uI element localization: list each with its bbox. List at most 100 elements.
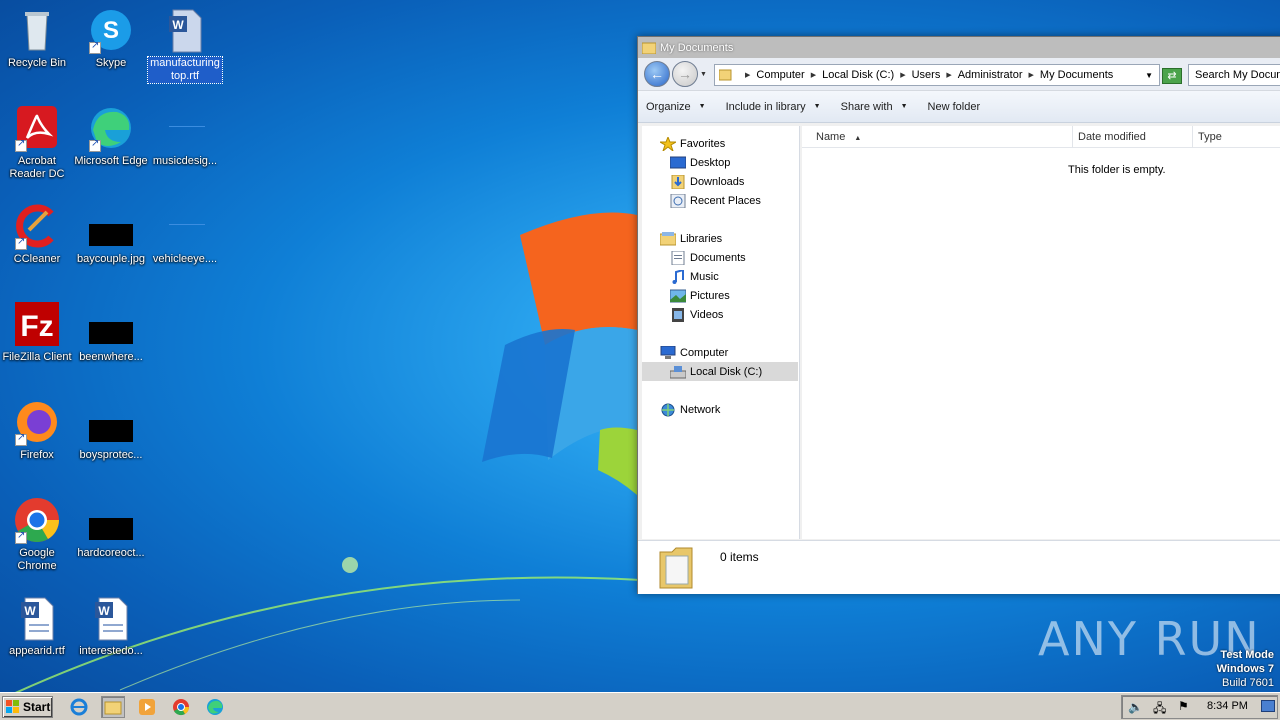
nav-label: Desktop (690, 156, 731, 169)
nav-desktop[interactable]: Desktop (642, 153, 798, 172)
breadcrumb-users[interactable]: ▶ Users (894, 69, 940, 81)
hard-drive-icon (670, 365, 686, 378)
forward-button[interactable]: → (672, 61, 698, 87)
nav-label: Downloads (690, 175, 745, 188)
nav-label: Local Disk (C:) (690, 365, 763, 378)
star-icon (660, 136, 676, 151)
desktop-icon-ccleaner[interactable]: CCleaner (0, 202, 74, 266)
nav-documents[interactable]: Documents (642, 248, 798, 267)
breadcrumb-my-documents[interactable]: ▶ My Documents (1023, 69, 1114, 81)
nav-favorites[interactable]: Favorites (642, 134, 798, 153)
share-label: Share with (840, 100, 893, 113)
include-label: Include in library (725, 100, 806, 113)
empty-folder-message: This folder is empty. (1068, 164, 1166, 176)
taskbar-edge[interactable] (203, 696, 227, 718)
window-titlebar[interactable]: My Documents (638, 37, 1280, 58)
desktop-icon-appearid[interactable]: W appearid.rtf (0, 594, 74, 658)
desktop-icon-label: vehicleeye.... (152, 253, 218, 265)
desktop-icon-label: baycouple.jpg (77, 253, 145, 265)
breadcrumb-label: Computer (756, 69, 805, 81)
desktop-icon-beenwhere[interactable]: beenwhere... (74, 300, 148, 364)
chevron-down-icon: ▼ (813, 103, 821, 110)
nav-label: Recent Places (690, 194, 761, 207)
shortcut-arrow-icon (89, 40, 101, 54)
column-header-name[interactable]: Name ▲ (802, 126, 1073, 148)
breadcrumb-computer[interactable]: ▶ Computer (739, 69, 805, 81)
include-in-library-menu[interactable]: Include in library ▼ (726, 101, 821, 113)
new-folder-button[interactable]: New folder (928, 101, 981, 113)
arrow-left-icon: ← (650, 66, 664, 82)
share-with-menu[interactable]: Share with ▼ (841, 101, 908, 113)
svg-text:W: W (24, 604, 36, 618)
nav-downloads[interactable]: Downloads (642, 172, 798, 191)
back-button[interactable]: ← (644, 61, 670, 87)
column-header-date[interactable]: Date modified (1073, 126, 1193, 148)
desktop-icon-label: Acrobat Reader DC (9, 155, 65, 180)
desktop-icon-hardcoreoct[interactable]: hardcoreoct... (74, 496, 148, 560)
nav-music[interactable]: Music (642, 267, 798, 286)
taskbar-ie[interactable] (67, 696, 91, 718)
start-button[interactable]: Start (2, 695, 53, 718)
shortcut-arrow-icon (89, 138, 101, 152)
desktop-icon-boysprotec[interactable]: boysprotec... (74, 398, 148, 462)
action-center-flag-icon[interactable]: ⚑ (1178, 699, 1189, 713)
shortcut-arrow-icon (15, 236, 27, 250)
desktop-icon-vehicleeye[interactable]: vehicleeye.... (148, 202, 222, 266)
nav-local-disk[interactable]: Local Disk (C:) (642, 362, 798, 381)
taskbar-chrome[interactable] (169, 696, 193, 718)
address-dropdown-icon[interactable]: ▼ (1145, 71, 1153, 80)
edge-icon (87, 104, 135, 152)
address-bar[interactable]: ▶ Computer ▶ Local Disk (C:) ▶ Users ▶ Admin… (714, 64, 1160, 86)
recent-places-icon (670, 193, 686, 208)
ccleaner-icon (13, 202, 61, 250)
recent-pages-dropdown-icon[interactable]: ▼ (700, 71, 707, 78)
folder-icon (642, 42, 656, 54)
refresh-button[interactable]: ⇄ (1162, 68, 1182, 84)
skype-icon: S (87, 6, 135, 54)
desktop-icon-skype[interactable]: S Skype (74, 6, 148, 70)
videos-icon (672, 307, 684, 322)
breadcrumb-label: Administrator (957, 69, 1023, 81)
os-version-line: Windows 7 (1216, 663, 1274, 675)
nav-network[interactable]: Network (642, 400, 798, 419)
taskbar-media-player[interactable] (135, 696, 159, 718)
nav-libraries[interactable]: Libraries (642, 229, 798, 248)
show-desktop-icon[interactable] (1261, 700, 1275, 712)
volume-icon[interactable]: 🔈 (1128, 700, 1143, 714)
desktop-icon-acrobat[interactable]: Acrobat Reader DC (0, 104, 74, 181)
nav-computer[interactable]: Computer (642, 343, 798, 362)
column-header-type[interactable]: Type (1193, 126, 1280, 148)
taskbar-clock[interactable]: 8:34 PM (1207, 700, 1248, 712)
blank-file-icon (161, 202, 209, 250)
desktop-icon-interestedo[interactable]: W interestedo... (74, 594, 148, 658)
desktop-icon-firefox[interactable]: Firefox (0, 398, 74, 462)
image-file-icon (87, 202, 135, 250)
breadcrumb-local-disk[interactable]: ▶ Local Disk (C:) (805, 69, 895, 81)
nav-videos[interactable]: Videos (642, 305, 798, 324)
desktop-icon-baycouple[interactable]: baycouple.jpg (74, 202, 148, 266)
desktop-icon-edge[interactable]: Microsoft Edge (74, 104, 148, 168)
chevron-right-icon: ▶ (1028, 72, 1034, 79)
folder-icon (104, 701, 122, 715)
file-list-pane[interactable]: Name ▲ Date modified Type This folder is… (802, 126, 1280, 539)
sort-ascending-icon: ▲ (854, 135, 862, 142)
desktop-icon-manufacturing-top[interactable]: W manufacturing top.rtf (147, 6, 223, 84)
organize-menu[interactable]: Organize ▼ (646, 101, 706, 113)
explorer-window[interactable]: My Documents ← → ▼ ▶ Computer ▶ Local Disk… (637, 36, 1280, 594)
chevron-right-icon: ▶ (810, 72, 817, 79)
command-bar: Organize ▼ Include in library ▼ Share with… (638, 91, 1280, 123)
nav-recent-places[interactable]: Recent Places (642, 191, 798, 210)
taskbar-explorer[interactable] (101, 696, 125, 718)
blank-file-icon (161, 104, 209, 152)
desktop-icon-filezilla[interactable]: Fz FileZilla Client (0, 300, 74, 364)
desktop-icon-musicdesig[interactable]: musicdesig... (148, 104, 222, 168)
items-count: 0 items (720, 550, 759, 564)
desktop-icon-chrome[interactable]: Google Chrome (0, 496, 74, 573)
documents-icon (671, 250, 685, 265)
desktop-icon (670, 156, 686, 168)
search-input[interactable]: Search My Docum (1188, 64, 1280, 86)
nav-pictures[interactable]: Pictures (642, 286, 798, 305)
network-status-icon[interactable]: 🖧 (1153, 699, 1166, 720)
desktop-icon-recycle-bin[interactable]: Recycle Bin (0, 6, 74, 70)
breadcrumb-administrator[interactable]: ▶ Administrator (940, 69, 1022, 81)
